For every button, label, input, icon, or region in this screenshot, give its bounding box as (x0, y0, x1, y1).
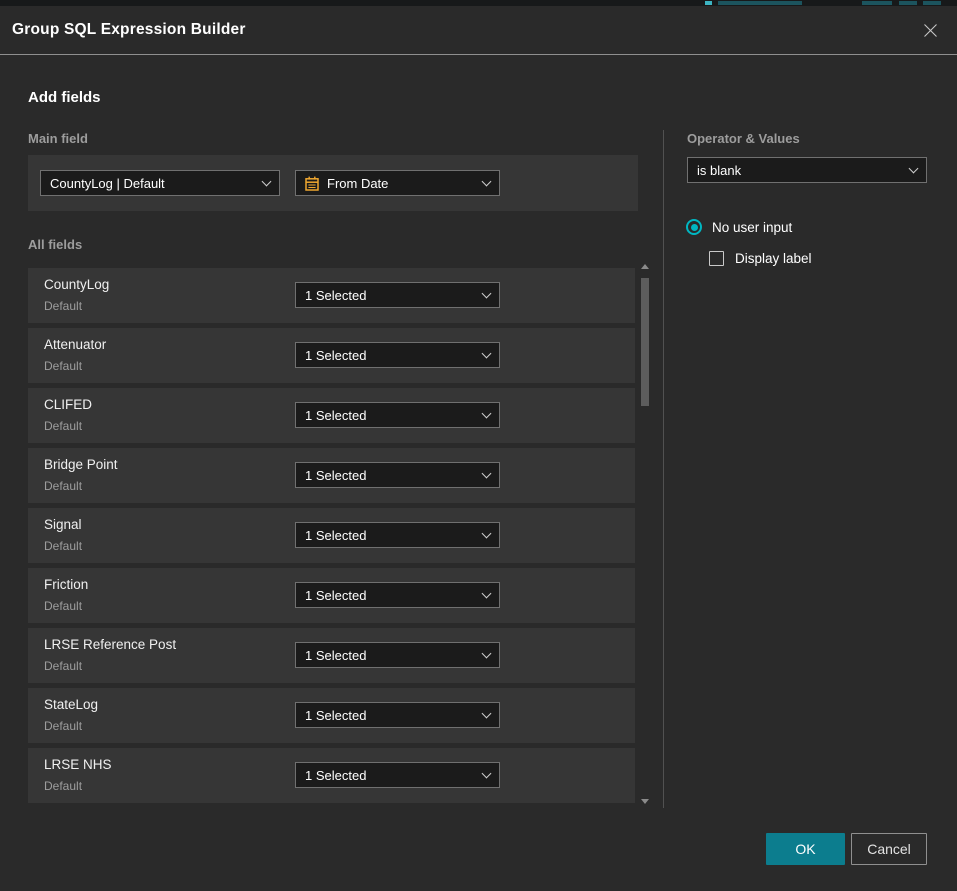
cancel-button[interactable]: Cancel (851, 833, 927, 865)
field-name: CountyLog (44, 277, 109, 292)
field-selection-value: 1 Selected (305, 528, 475, 543)
field-selection-select[interactable]: 1 Selected (295, 342, 500, 368)
field-row: LRSE NHS Default 1 Selected (28, 748, 635, 803)
field-selection-select[interactable]: 1 Selected (295, 762, 500, 788)
chevron-down-icon (482, 288, 492, 298)
chevron-down-icon (482, 588, 492, 598)
field-row: LRSE Reference Post Default 1 Selected (28, 628, 635, 683)
background-fragment (862, 1, 892, 5)
main-field-select[interactable]: From Date (295, 170, 500, 196)
field-selection-value: 1 Selected (305, 768, 475, 783)
field-type: Default (44, 479, 82, 493)
radio-selected-icon (686, 219, 702, 235)
background-fragment (718, 1, 802, 5)
scroll-up-icon[interactable] (641, 264, 649, 269)
no-user-input-label: No user input (712, 220, 792, 235)
main-field-label: Main field (28, 131, 88, 146)
operator-select-value: is blank (697, 163, 902, 178)
layer-select-value: CountyLog | Default (50, 176, 255, 191)
field-name: Friction (44, 577, 88, 592)
background-fragment (899, 1, 917, 5)
field-selection-value: 1 Selected (305, 588, 475, 603)
chevron-down-icon (482, 176, 492, 186)
field-name: Bridge Point (44, 457, 118, 472)
field-type: Default (44, 359, 82, 373)
chevron-down-icon (482, 468, 492, 478)
main-field-select-value: From Date (327, 176, 475, 191)
chevron-down-icon (482, 768, 492, 778)
display-label-text: Display label (735, 251, 812, 266)
field-selection-select[interactable]: 1 Selected (295, 702, 500, 728)
ok-button[interactable]: OK (766, 833, 845, 865)
no-user-input-radio[interactable]: No user input (686, 219, 792, 235)
panel-divider (663, 130, 664, 808)
field-selection-select[interactable]: 1 Selected (295, 642, 500, 668)
field-selection-value: 1 Selected (305, 708, 475, 723)
field-selection-select[interactable]: 1 Selected (295, 522, 500, 548)
chevron-down-icon (909, 163, 919, 173)
scroll-down-icon[interactable] (641, 799, 649, 804)
field-selection-value: 1 Selected (305, 468, 475, 483)
field-row: Friction Default 1 Selected (28, 568, 635, 623)
field-selection-select[interactable]: 1 Selected (295, 282, 500, 308)
field-name: LRSE NHS (44, 757, 112, 772)
dialog-title: Group SQL Expression Builder (12, 21, 246, 39)
field-row: Signal Default 1 Selected (28, 508, 635, 563)
field-name: Signal (44, 517, 82, 532)
list-scrollbar[interactable] (641, 262, 649, 808)
background-fragment (923, 1, 941, 5)
field-type: Default (44, 779, 82, 793)
all-fields-list: CountyLog Default 1 Selected Attenuator … (28, 268, 635, 803)
group-sql-expression-builder-dialog: Group SQL Expression Builder Add fields … (0, 6, 957, 891)
field-selection-value: 1 Selected (305, 648, 475, 663)
field-selection-select[interactable]: 1 Selected (295, 462, 500, 488)
all-fields-label: All fields (28, 237, 82, 252)
field-row: Bridge Point Default 1 Selected (28, 448, 635, 503)
field-selection-value: 1 Selected (305, 408, 475, 423)
close-button[interactable] (919, 19, 941, 41)
chevron-down-icon (482, 648, 492, 658)
checkbox-unchecked-icon[interactable] (709, 251, 724, 266)
dialog-titlebar: Group SQL Expression Builder (0, 6, 957, 55)
add-fields-heading: Add fields (28, 89, 101, 106)
chevron-down-icon (262, 176, 272, 186)
layer-select[interactable]: CountyLog | Default (40, 170, 280, 196)
field-type: Default (44, 539, 82, 553)
field-type: Default (44, 599, 82, 613)
field-selection-value: 1 Selected (305, 348, 475, 363)
field-name: Attenuator (44, 337, 106, 352)
field-type: Default (44, 419, 82, 433)
field-name: StateLog (44, 697, 98, 712)
chevron-down-icon (482, 408, 492, 418)
field-row: Attenuator Default 1 Selected (28, 328, 635, 383)
field-name: LRSE Reference Post (44, 637, 176, 652)
field-row: CountyLog Default 1 Selected (28, 268, 635, 323)
field-row: CLIFED Default 1 Selected (28, 388, 635, 443)
background-fragment (705, 1, 712, 5)
field-type: Default (44, 659, 82, 673)
operator-values-label: Operator & Values (687, 131, 800, 146)
field-selection-value: 1 Selected (305, 288, 475, 303)
chevron-down-icon (482, 708, 492, 718)
chevron-down-icon (482, 348, 492, 358)
chevron-down-icon (482, 528, 492, 538)
field-name: CLIFED (44, 397, 92, 412)
operator-select[interactable]: is blank (687, 157, 927, 183)
field-selection-select[interactable]: 1 Selected (295, 402, 500, 428)
field-selection-select[interactable]: 1 Selected (295, 582, 500, 608)
field-row: StateLog Default 1 Selected (28, 688, 635, 743)
close-icon (923, 23, 938, 38)
field-type: Default (44, 299, 82, 313)
display-label-checkbox-row[interactable]: Display label (709, 251, 812, 266)
calendar-icon (305, 176, 319, 191)
main-field-panel: CountyLog | Default From Date (28, 155, 638, 211)
scrollbar-thumb[interactable] (641, 278, 649, 406)
field-type: Default (44, 719, 82, 733)
